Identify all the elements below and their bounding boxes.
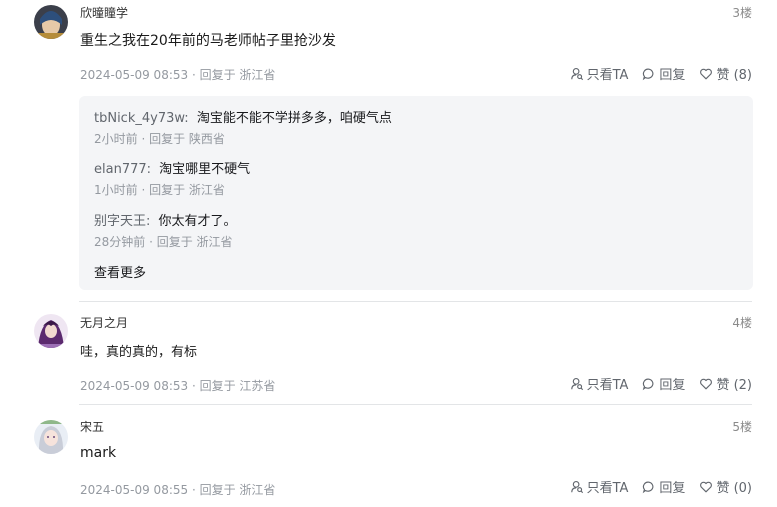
like-label: 赞 (8) xyxy=(716,68,752,83)
avatar-image xyxy=(34,314,68,348)
sub-replies-panel: tbNick_4y73w: 淘宝能不能不学拼多多，咱硬气点 2小时前 · 回复于… xyxy=(79,96,753,290)
comment-post: 宋五 5楼 mark 2024-05-09 08:55 · 回复于 浙江省 只看… xyxy=(0,405,777,507)
comment-meta: 2024-05-09 08:55 · 回复于 浙江省 xyxy=(80,483,276,497)
sub-reply-text: 淘宝能不能不学拼多多，咱硬气点 xyxy=(196,111,392,126)
avatar[interactable] xyxy=(34,314,68,348)
like-button[interactable]: 赞 (0) xyxy=(699,477,752,496)
only-ta-label: 只看TA xyxy=(586,68,629,83)
only-ta-button[interactable]: 只看TA xyxy=(570,374,629,393)
reply-button[interactable]: 回复 xyxy=(642,477,685,496)
user-filter-icon xyxy=(570,67,583,80)
sub-reply: 别字天王: 你太有才了。 xyxy=(94,210,237,229)
only-ta-button[interactable]: 只看TA xyxy=(570,477,629,496)
sub-reply-text: 你太有才了。 xyxy=(158,214,237,229)
comment-icon xyxy=(643,68,654,80)
comment-content: 哇，真的真的，有标 xyxy=(80,345,198,360)
avatar-image xyxy=(34,420,68,454)
heart-icon xyxy=(700,378,713,389)
like-button[interactable]: 赞 (2) xyxy=(699,374,752,393)
heart-icon xyxy=(700,481,713,492)
comment-actions: 只看TA 回复 赞 (8) xyxy=(570,64,752,83)
sub-reply-username[interactable]: tbNick_4y73w: xyxy=(94,111,189,126)
comment-content: 重生之我在20年前的马老师帖子里抢沙发 xyxy=(80,33,336,49)
reply-button[interactable]: 回复 xyxy=(642,64,685,83)
sub-reply-username[interactable]: 别字天王: xyxy=(94,214,150,229)
comment-actions: 只看TA 回复 赞 (0) xyxy=(570,477,752,496)
reply-button[interactable]: 回复 xyxy=(642,374,685,393)
sub-reply: tbNick_4y73w: 淘宝能不能不学拼多多，咱硬气点 xyxy=(94,107,392,126)
only-ta-label: 只看TA xyxy=(586,378,629,393)
only-ta-label: 只看TA xyxy=(586,481,629,496)
avatar[interactable] xyxy=(34,5,68,39)
user-filter-icon xyxy=(570,480,583,493)
sub-reply: elan777: 淘宝哪里不硬气 xyxy=(94,158,250,177)
comment-post: 无月之月 4楼 哇，真的真的，有标 2024-05-09 08:53 · 回复于… xyxy=(0,302,777,402)
username[interactable]: 欣曈瞳学 xyxy=(80,4,128,21)
username[interactable]: 宋五 xyxy=(80,418,104,435)
comment-icon xyxy=(643,481,654,493)
avatar[interactable] xyxy=(34,420,68,454)
like-button[interactable]: 赞 (8) xyxy=(699,64,752,83)
comment-meta: 2024-05-09 08:53 · 回复于 江苏省 xyxy=(80,379,276,393)
like-label: 赞 (0) xyxy=(716,481,752,496)
user-filter-icon xyxy=(570,377,583,390)
reply-label: 回复 xyxy=(659,378,686,393)
reply-label: 回复 xyxy=(659,68,686,83)
sub-reply-meta: 28分钟前 · 回复于 浙江省 xyxy=(94,235,233,249)
only-ta-button[interactable]: 只看TA xyxy=(570,64,629,83)
comment-meta: 2024-05-09 08:53 · 回复于 浙江省 xyxy=(80,68,276,82)
sub-reply-username[interactable]: elan777: xyxy=(94,162,151,177)
like-label: 赞 (2) xyxy=(716,378,752,393)
heart-icon xyxy=(700,68,713,79)
floor-number: 4楼 xyxy=(732,316,752,330)
floor-number: 5楼 xyxy=(732,420,752,434)
username[interactable]: 无月之月 xyxy=(80,314,128,331)
sub-reply-meta: 1小时前 · 回复于 浙江省 xyxy=(94,183,225,197)
reply-label: 回复 xyxy=(659,481,686,496)
comment-post: 欣曈瞳学 3楼 重生之我在20年前的马老师帖子里抢沙发 2024-05-09 0… xyxy=(0,0,777,300)
comment-actions: 只看TA 回复 赞 (2) xyxy=(570,374,752,393)
comment-icon xyxy=(643,378,654,390)
sub-reply-meta: 2小时前 · 回复于 陕西省 xyxy=(94,132,225,146)
floor-number: 3楼 xyxy=(732,6,752,20)
avatar-image xyxy=(34,5,68,39)
sub-reply-text: 淘宝哪里不硬气 xyxy=(159,162,251,177)
comment-content: mark xyxy=(80,445,117,461)
view-more-link[interactable]: 查看更多 xyxy=(94,262,146,281)
